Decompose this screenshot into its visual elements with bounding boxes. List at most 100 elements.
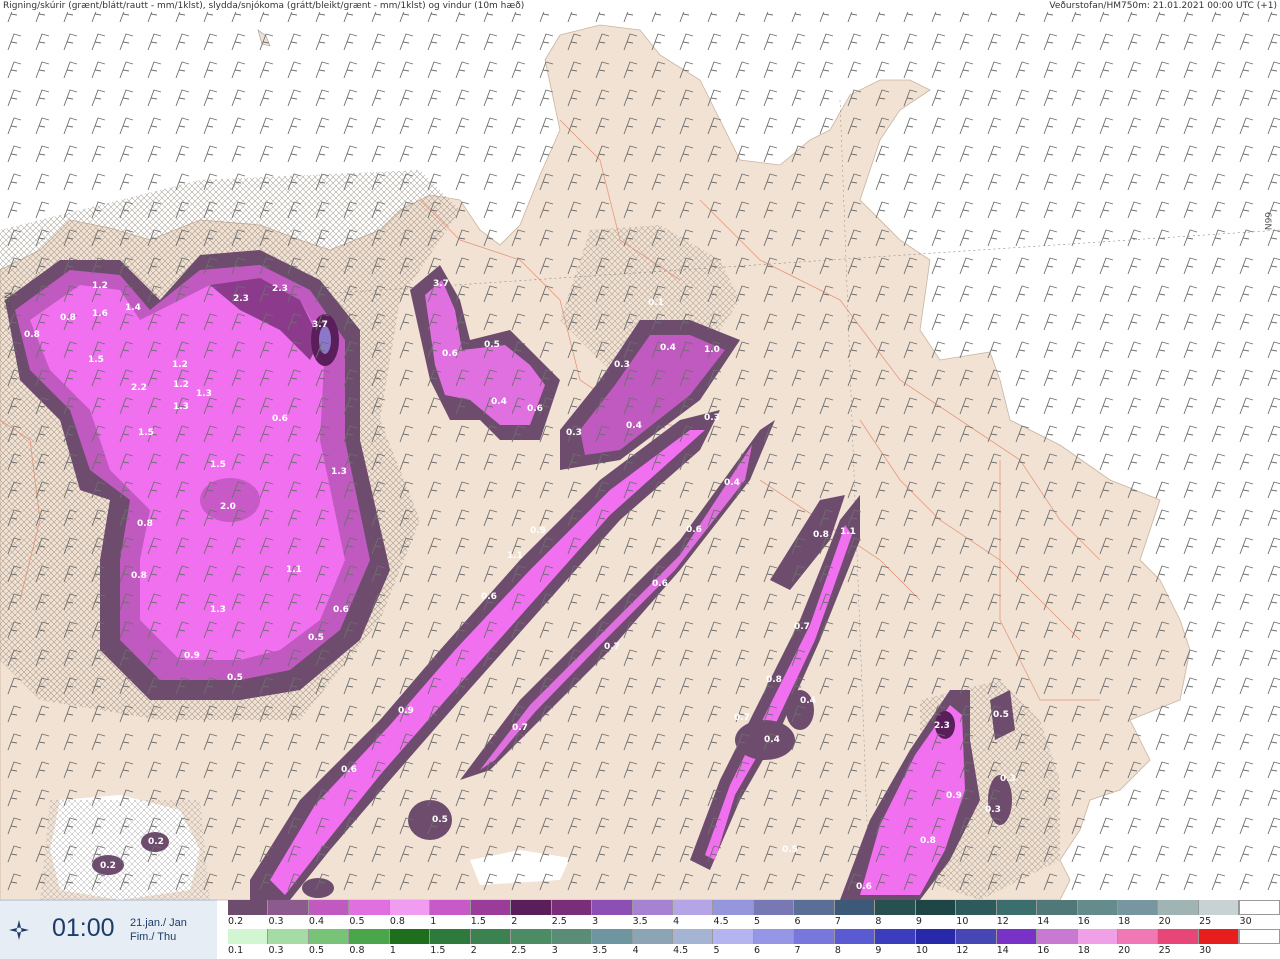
- legend-swatch: [834, 929, 876, 944]
- legend-tick-label: 25: [1199, 916, 1212, 927]
- weather-map: 1.2 1.4 0.8 0.8 1.6 1.5 2.3 2.3 3.7 3.7 …: [0, 12, 1280, 901]
- precip-label: 1.3: [331, 467, 347, 477]
- precip-label: 0.4: [491, 397, 507, 407]
- compass-icon[interactable]: [8, 919, 30, 941]
- precip-label: 0.3: [704, 413, 720, 423]
- legend-tick-label: 14: [1037, 916, 1050, 927]
- rain-color-scale: [228, 929, 1280, 944]
- legend-tick-label: 7: [794, 945, 801, 956]
- legend-tick-label: 6: [794, 916, 801, 927]
- precip-label: 1.1: [840, 527, 856, 537]
- legend-swatch: [551, 929, 593, 944]
- forecast-date: 21.jan./ Jan Fim./ Thu: [130, 916, 187, 944]
- precip-label: 0.6: [527, 404, 543, 414]
- legend-tick-label: 12: [996, 916, 1009, 927]
- legend-tick-label: 0.4: [308, 916, 325, 927]
- legend-tick-label: 20: [1118, 945, 1131, 956]
- precip-label: 1.5: [88, 355, 104, 365]
- legend-swatch: [470, 929, 512, 944]
- legend-tick-label: 1: [430, 916, 437, 927]
- precip-label: 1.0: [704, 345, 720, 355]
- legend-swatch: [1239, 929, 1280, 944]
- legend-tick-label: 1: [389, 945, 396, 956]
- precip-label: 0.7: [512, 723, 528, 733]
- legend-swatch: [1117, 929, 1159, 944]
- precip-label: 0.8: [24, 330, 40, 340]
- legend-tick-label: 0.8: [349, 945, 365, 956]
- legend-swatch: [349, 929, 390, 944]
- precip-label: 1.3: [173, 402, 189, 412]
- legend-swatch: [794, 929, 835, 944]
- legend-tick-label: 9: [915, 916, 922, 927]
- legend-swatch: [228, 900, 269, 915]
- legend-swatch: [1158, 929, 1199, 944]
- precip-label: 1.3: [196, 389, 212, 399]
- snow-color-scale: [228, 900, 1280, 915]
- legend-swatch: [551, 900, 593, 915]
- precip-label: 0.4: [660, 343, 676, 353]
- precip-label: 0.2: [100, 861, 116, 871]
- legend-swatch: [956, 900, 997, 915]
- precip-label: 0.7: [794, 622, 810, 632]
- legend-tick-label: 3: [551, 945, 558, 956]
- precip-label: 0.4: [764, 735, 780, 745]
- precip-label: 1.3: [210, 605, 226, 615]
- legend-swatch: [632, 929, 673, 944]
- precip-label: 0.9: [398, 706, 414, 716]
- legend-tick-label: 4: [673, 916, 680, 927]
- precip-label: 0.6: [341, 765, 357, 775]
- legend-swatch: [228, 929, 269, 944]
- date-line-1: 21.jan./ Jan: [130, 917, 187, 929]
- legend-swatch: [349, 900, 390, 915]
- map-title: Rigning/skúrir (grænt/blátt/rautt - mm/1…: [3, 1, 525, 11]
- legend-tick-label: 30: [1199, 945, 1212, 956]
- legend-tick-label: 0.3: [268, 916, 284, 927]
- legend-swatch: [1077, 929, 1118, 944]
- legend-swatch: [1117, 900, 1159, 915]
- legend-tick-label: 3: [592, 916, 599, 927]
- precip-label: 0.2: [148, 837, 164, 847]
- precip-label: 0.5: [484, 340, 500, 350]
- legend-tick-label: 18: [1118, 916, 1131, 927]
- legend-swatch: [713, 929, 754, 944]
- legend-tick-label: 5: [754, 916, 761, 927]
- precip-label: 2.3: [934, 721, 950, 731]
- precip-label: 0.9: [184, 651, 200, 661]
- legend-swatch: [915, 900, 957, 915]
- legend-swatch: [1037, 929, 1078, 944]
- precip-label: 0.3: [566, 428, 582, 438]
- legend-tick-label: 30: [1239, 916, 1252, 927]
- precip-label: 1.5: [138, 428, 154, 438]
- precip-label: 1.1: [286, 565, 302, 575]
- precip-label: 0.8: [920, 836, 936, 846]
- legend-tick-label: 4.5: [673, 945, 689, 956]
- precip-label: 0.3: [1000, 774, 1016, 784]
- precip-label: 0.5: [308, 633, 324, 643]
- legend-swatch: [511, 900, 552, 915]
- legend-swatch: [1158, 900, 1199, 915]
- legend-swatch: [308, 929, 350, 944]
- precip-label: 0.6: [856, 882, 872, 892]
- precip-label: 1.4: [125, 303, 141, 313]
- precip-label: 0.4: [626, 421, 642, 431]
- legend-swatch: [430, 929, 471, 944]
- precip-label: 0.6: [652, 579, 668, 589]
- precip-label: 0.5: [227, 673, 243, 683]
- legend-tick-label: 3.5: [632, 916, 648, 927]
- precip-label: 0.8: [766, 675, 782, 685]
- legend-tick-label: 2: [470, 945, 477, 956]
- legend-swatch: [511, 929, 552, 944]
- legend-tick-label: 9: [875, 945, 882, 956]
- legend-swatch: [996, 900, 1038, 915]
- precip-label: 0.5: [782, 845, 798, 855]
- legend-tick-label: 0.1: [228, 945, 244, 956]
- precip-label: 2.3: [233, 294, 249, 304]
- legend-swatch: [470, 900, 512, 915]
- legend-tick-label: 10: [915, 945, 928, 956]
- precip-label: 0.8: [137, 519, 153, 529]
- legend-tick-label: 10: [956, 916, 969, 927]
- precip-label: 0.5: [993, 710, 1009, 720]
- legend-tick-label: 1.5: [430, 945, 446, 956]
- legend-tick-label: 16: [1037, 945, 1050, 956]
- precip-label: 2.2: [131, 383, 147, 393]
